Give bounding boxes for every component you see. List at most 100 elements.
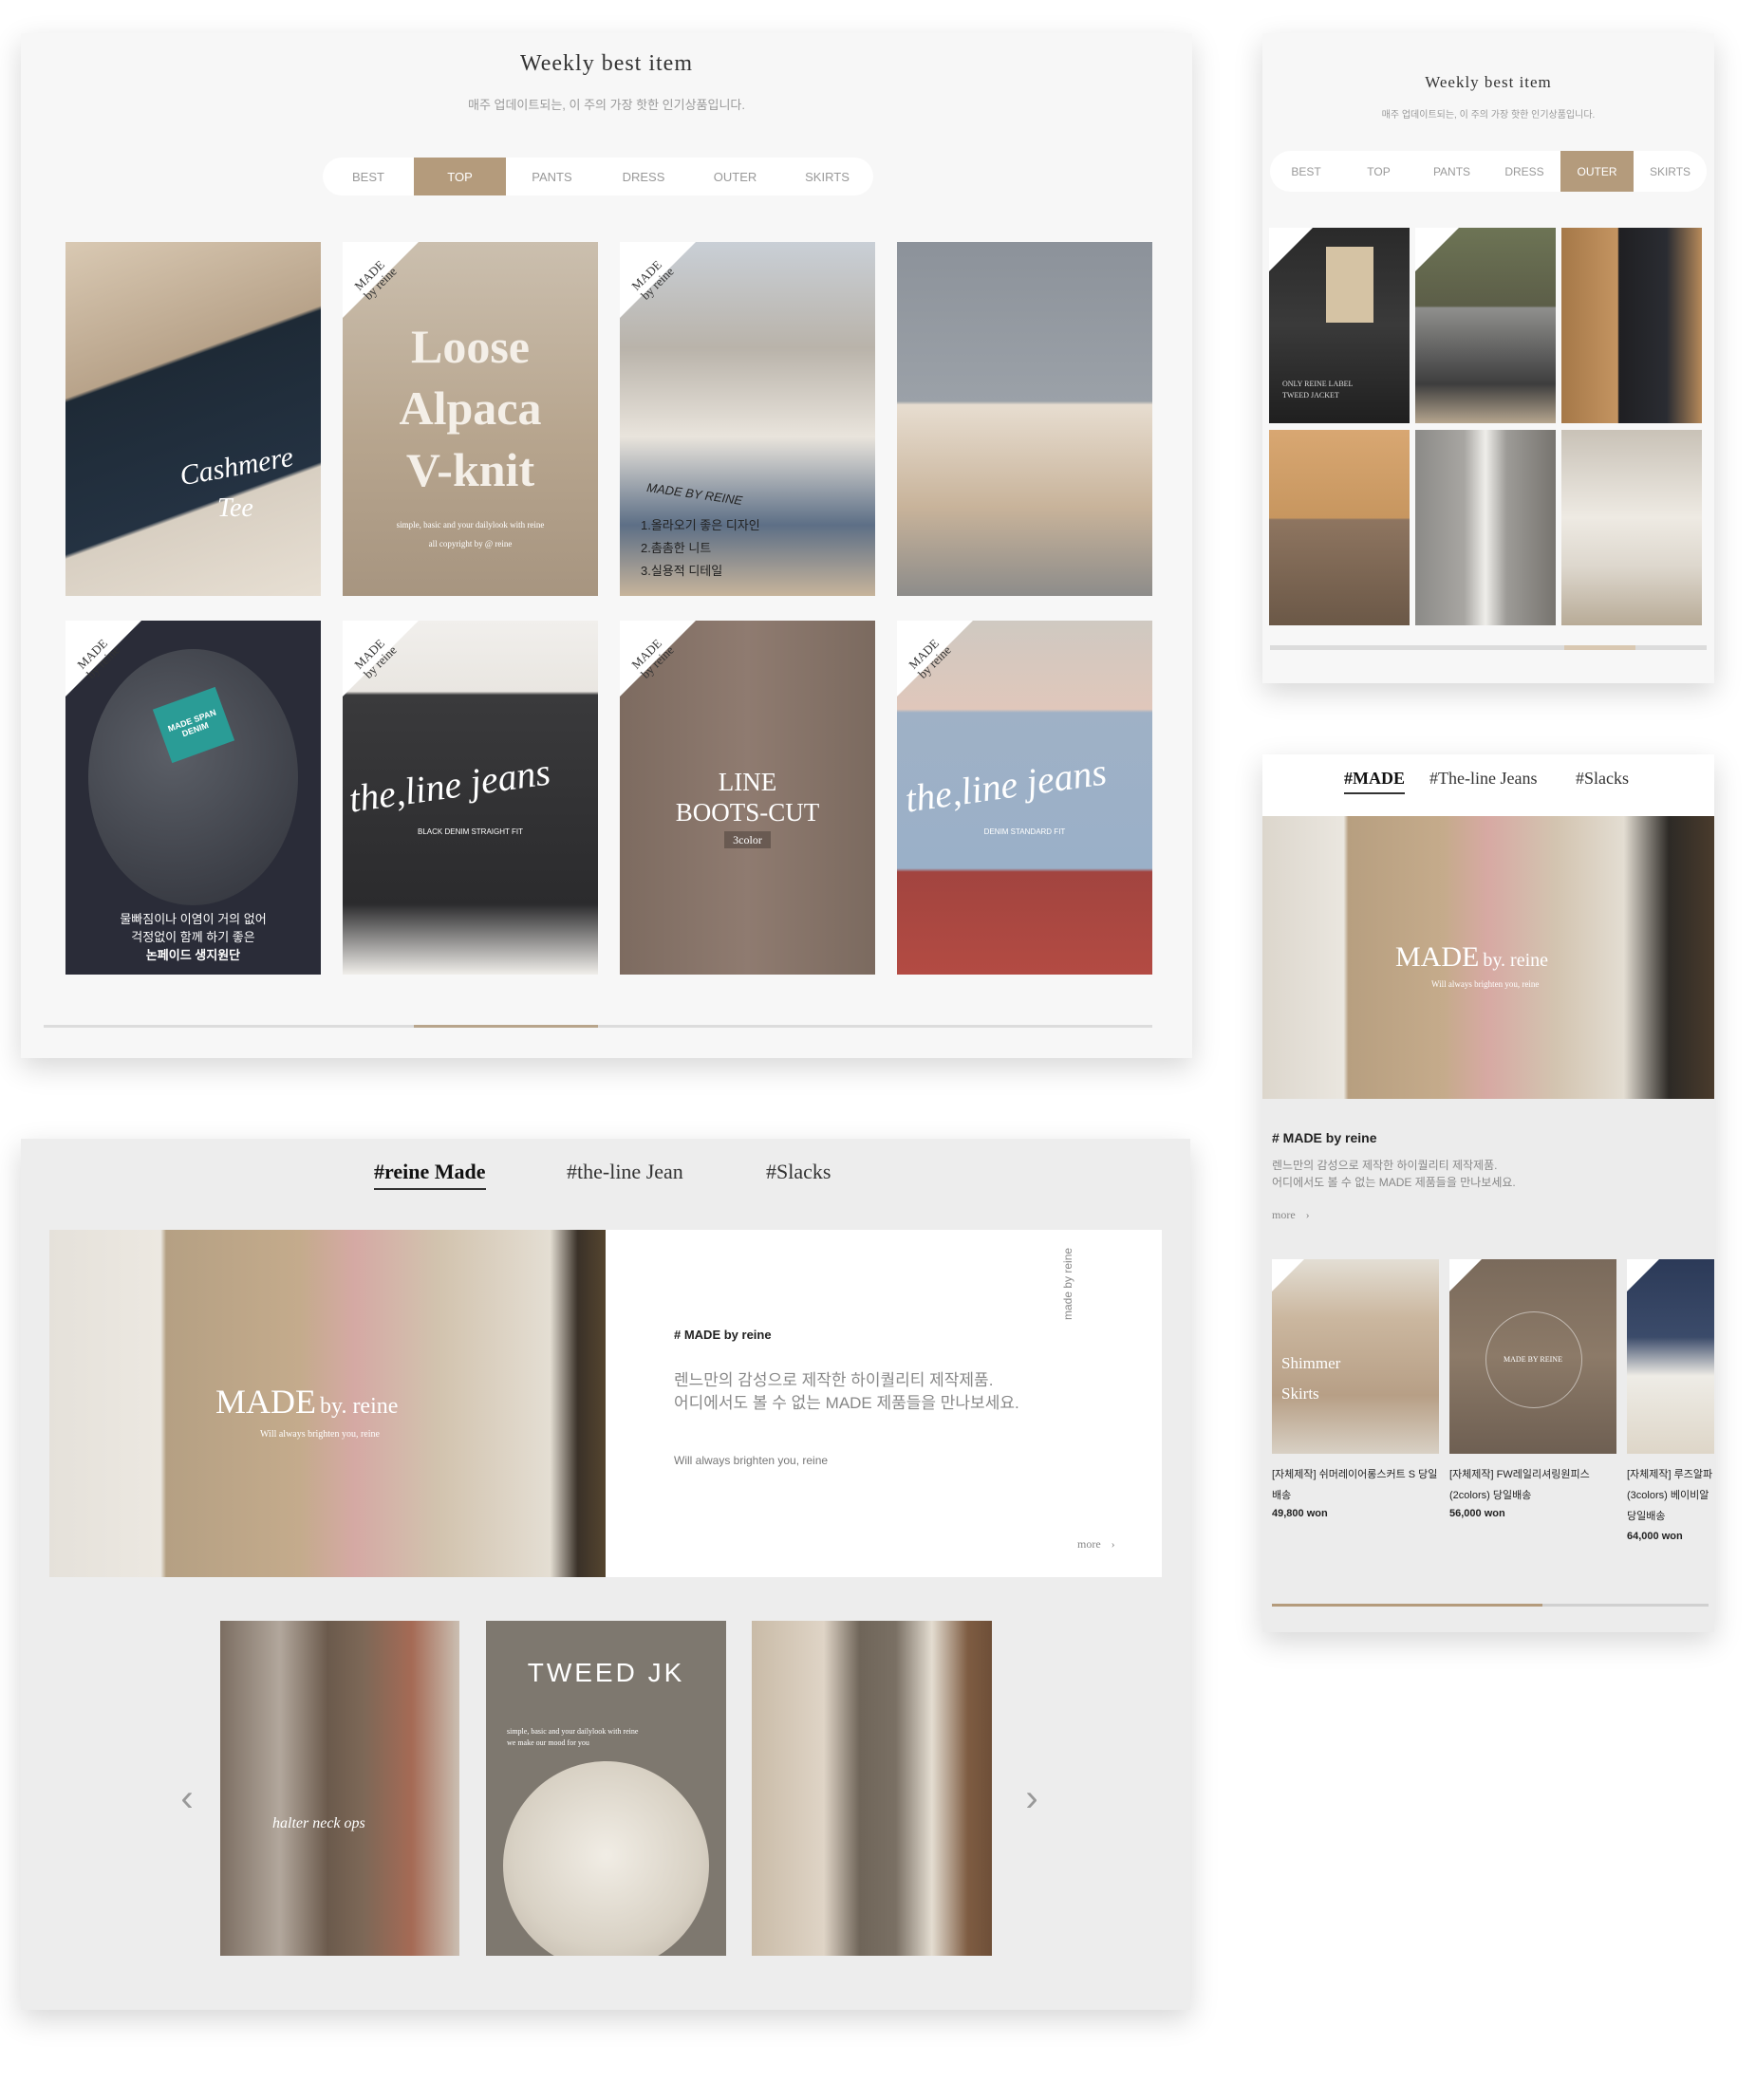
- product-tile-sitting-knit[interactable]: [897, 242, 1152, 596]
- product-tile-grey-long-coat[interactable]: [1415, 430, 1556, 625]
- tile-text-2: 걱정없이 함께 하기 좋은: [131, 929, 255, 944]
- more-link[interactable]: more ›: [1272, 1208, 1310, 1222]
- product-overlay-1: MADE BY REINE: [1504, 1354, 1562, 1364]
- product-price: 64,000 won: [1627, 1531, 1683, 1542]
- product-name[interactable]: [자체제작] FW레일리셔링원피스 (2colors) 당일배송: [1449, 1464, 1616, 1506]
- made-ribbon: [1415, 228, 1459, 271]
- tile-script-text: the,line jeans: [346, 750, 553, 821]
- tile-title-line-2: BOOTS-CUT: [675, 797, 820, 827]
- tile-note-3: 3.실용적 디테일: [641, 564, 723, 578]
- tab-outer[interactable]: OUTER: [689, 158, 781, 195]
- tag-slacks[interactable]: #Slacks: [766, 1160, 831, 1184]
- chevron-right-icon: ›: [1305, 1208, 1310, 1221]
- product-tile-black-knit[interactable]: [1561, 228, 1702, 423]
- section-title: # MADE by reine: [1272, 1130, 1377, 1145]
- made-ribbon: [1627, 1259, 1659, 1292]
- tile-title-line-2: Alpaca: [399, 381, 542, 435]
- tile-text-3: 논페이드 생지원단: [145, 947, 241, 962]
- tab-best[interactable]: BEST: [323, 158, 414, 195]
- tab-pants[interactable]: PANTS: [1415, 151, 1488, 192]
- product-tile-alpaca-vknit[interactable]: MADE by reine Loose Alpaca V-knit simple,…: [343, 242, 598, 596]
- tile-note-2: 2.촘촘한 니트: [641, 541, 712, 555]
- product-name[interactable]: [자체제작] 쉬머레이어롱스커트 S 당일배송: [1272, 1464, 1439, 1506]
- product-card-halter[interactable]: halter neck ops: [220, 1621, 459, 1956]
- made-ribbon: [1272, 1259, 1304, 1292]
- more-link[interactable]: more ›: [1077, 1537, 1115, 1552]
- product-tile-black-jeans[interactable]: MADE by reine the,line jeans BLACK DENIM …: [343, 621, 598, 975]
- tile-caption: simple, basic and your dailylook with re…: [396, 520, 545, 530]
- tag-slacks[interactable]: #Slacks: [1576, 769, 1629, 789]
- tagline: Will always brighten you, reine: [674, 1454, 829, 1467]
- tab-skirts[interactable]: SKIRTS: [1634, 151, 1707, 192]
- tile-script-text: Cashmere: [177, 440, 296, 492]
- product-name[interactable]: [자체제작] 루즈알파 (3colors) 베이비알 당일배송: [1627, 1464, 1714, 1527]
- carousel-scroll-thumb[interactable]: [1272, 1604, 1542, 1607]
- tag-the-line-jean[interactable]: #the-line Jean: [567, 1160, 683, 1184]
- tab-best[interactable]: BEST: [1270, 151, 1342, 192]
- weekly-best-title: Weekly best item: [1425, 73, 1552, 91]
- carousel-scroll-thumb[interactable]: [414, 1025, 598, 1028]
- section-desc-1: 렌느만의 감성으로 제작한 하이퀄리티 제작제품.: [674, 1371, 994, 1389]
- carousel-scrollbar[interactable]: [1272, 1604, 1709, 1607]
- product-card-1[interactable]: Shimmer Skirts [자체제작] 쉬머레이어롱스커트 S 당일배송 4…: [1272, 1259, 1439, 1519]
- product-card-skirt[interactable]: [752, 1621, 992, 1956]
- chevron-right-icon: ›: [1111, 1537, 1115, 1551]
- tile-script-text: the,line jeans: [902, 750, 1110, 821]
- product-price: 49,800 won: [1272, 1508, 1328, 1519]
- tile-note-1: 1.올라오기 좋은 디자인: [641, 518, 760, 532]
- tab-pants[interactable]: PANTS: [506, 158, 598, 195]
- section-desc-2: 어디에서도 볼 수 없는 MADE 제품들을 만나보세요.: [674, 1394, 1019, 1412]
- product-card-tweed-jk[interactable]: TWEED JK simple, basic and your dailyloo…: [486, 1621, 726, 1956]
- carousel-next-button[interactable]: ›: [1018, 1775, 1046, 1822]
- tile-script-text-2: Tee: [217, 493, 253, 523]
- card-caption-2: we make our mood for you: [507, 1738, 589, 1747]
- product-tile-beige-blazer[interactable]: [1269, 430, 1410, 625]
- tab-top[interactable]: TOP: [1342, 151, 1415, 192]
- tab-dress[interactable]: DRESS: [598, 158, 689, 195]
- product-image: Shimmer Skirts: [1272, 1259, 1439, 1454]
- product-price: 56,000 won: [1449, 1508, 1505, 1519]
- product-card-3[interactable]: [자체제작] 루즈알파 (3colors) 베이비알 당일배송 64,000 w…: [1627, 1259, 1714, 1582]
- made-ribbon: [1449, 1259, 1482, 1292]
- tile-copyright: all copyright by @ reine: [428, 539, 513, 548]
- tile-beige-panel: [1326, 247, 1373, 323]
- carousel-prev-button[interactable]: ‹: [173, 1775, 201, 1822]
- product-tile-light-jeans[interactable]: MADE by reine the,line jeans DENIM STANDA…: [897, 621, 1152, 975]
- tile-text-1: 물빠짐이나 이염이 거의 없어: [120, 911, 267, 926]
- product-tile-tweed-jacket[interactable]: ONLY REINE LABEL TWEED JACKET: [1269, 228, 1410, 423]
- tile-caption: BLACK DENIM STRAIGHT FIT: [418, 827, 523, 836]
- tile-caption-1: ONLY REINE LABEL: [1282, 380, 1354, 388]
- product-tile-cashmere-tee[interactable]: Cashmere Tee: [65, 242, 321, 596]
- tab-skirts[interactable]: SKIRTS: [781, 158, 873, 195]
- category-tabs: BEST TOP PANTS DRESS OUTER SKIRTS: [1270, 151, 1707, 192]
- product-tile-white-knit[interactable]: MADE by reine MADE BY REINE 1.올라오기 좋은 디자인…: [620, 242, 875, 596]
- product-card-2[interactable]: MADE BY REINE [자체제작] FW레일리셔링원피스 (2colors…: [1449, 1259, 1616, 1519]
- tag-the-line-jeans[interactable]: #The-line Jeans: [1429, 769, 1537, 789]
- tag-made[interactable]: #MADE: [1344, 769, 1405, 794]
- weekly-best-subtitle: 매주 업데이트되는, 이 주의 가장 핫한 인기상품입니다.: [467, 97, 745, 112]
- hero-title: MADE by. reine: [215, 1383, 399, 1421]
- carousel-scrollbar[interactable]: [1270, 645, 1707, 650]
- made-hero-image[interactable]: MADE by. reine Will always brighten you,…: [1262, 816, 1714, 1099]
- carousel-scroll-thumb[interactable]: [1564, 645, 1635, 650]
- product-tile-fur-jacket[interactable]: [1561, 430, 1702, 625]
- made-panel-main: #reine Made #the-line Jean #Slacks MADE …: [21, 1139, 1190, 2010]
- tab-dress[interactable]: DRESS: [1488, 151, 1560, 192]
- product-tile-grey-coat[interactable]: [1415, 228, 1556, 423]
- made-hero-image[interactable]: MADE by. reine Will always brighten you,…: [49, 1230, 606, 1577]
- tile-caption: DENIM STANDARD FIT: [983, 827, 1066, 836]
- hero-subtitle: Will always brighten you, reine: [260, 1429, 380, 1440]
- category-tabs: BEST TOP PANTS DRESS OUTER SKIRTS: [323, 158, 873, 195]
- tab-outer[interactable]: OUTER: [1560, 151, 1634, 192]
- tab-top[interactable]: TOP: [414, 158, 506, 195]
- tag-reine-made[interactable]: #reine Made: [374, 1160, 486, 1190]
- tile-color-count: 3color: [724, 831, 771, 848]
- card-caption-1: simple, basic and your dailylook with re…: [507, 1727, 639, 1736]
- carousel-scrollbar[interactable]: [44, 1025, 1152, 1028]
- weekly-best-panel-side: Weekly best item 매주 업데이트되는, 이 주의 가장 핫한 인…: [1262, 33, 1714, 683]
- tile-title-line-3: V-knit: [405, 443, 535, 496]
- product-tile-line-bootscut[interactable]: MADE by reine LINE BOOTS-CUT 3color: [620, 621, 875, 975]
- product-overlay-2: Skirts: [1281, 1385, 1319, 1403]
- product-tile-span-denim[interactable]: MADE SPAN DENIM MADE by reine 물빠짐이나 이염이 거…: [65, 621, 321, 975]
- chevron-right-icon: ›: [1025, 1776, 1038, 1819]
